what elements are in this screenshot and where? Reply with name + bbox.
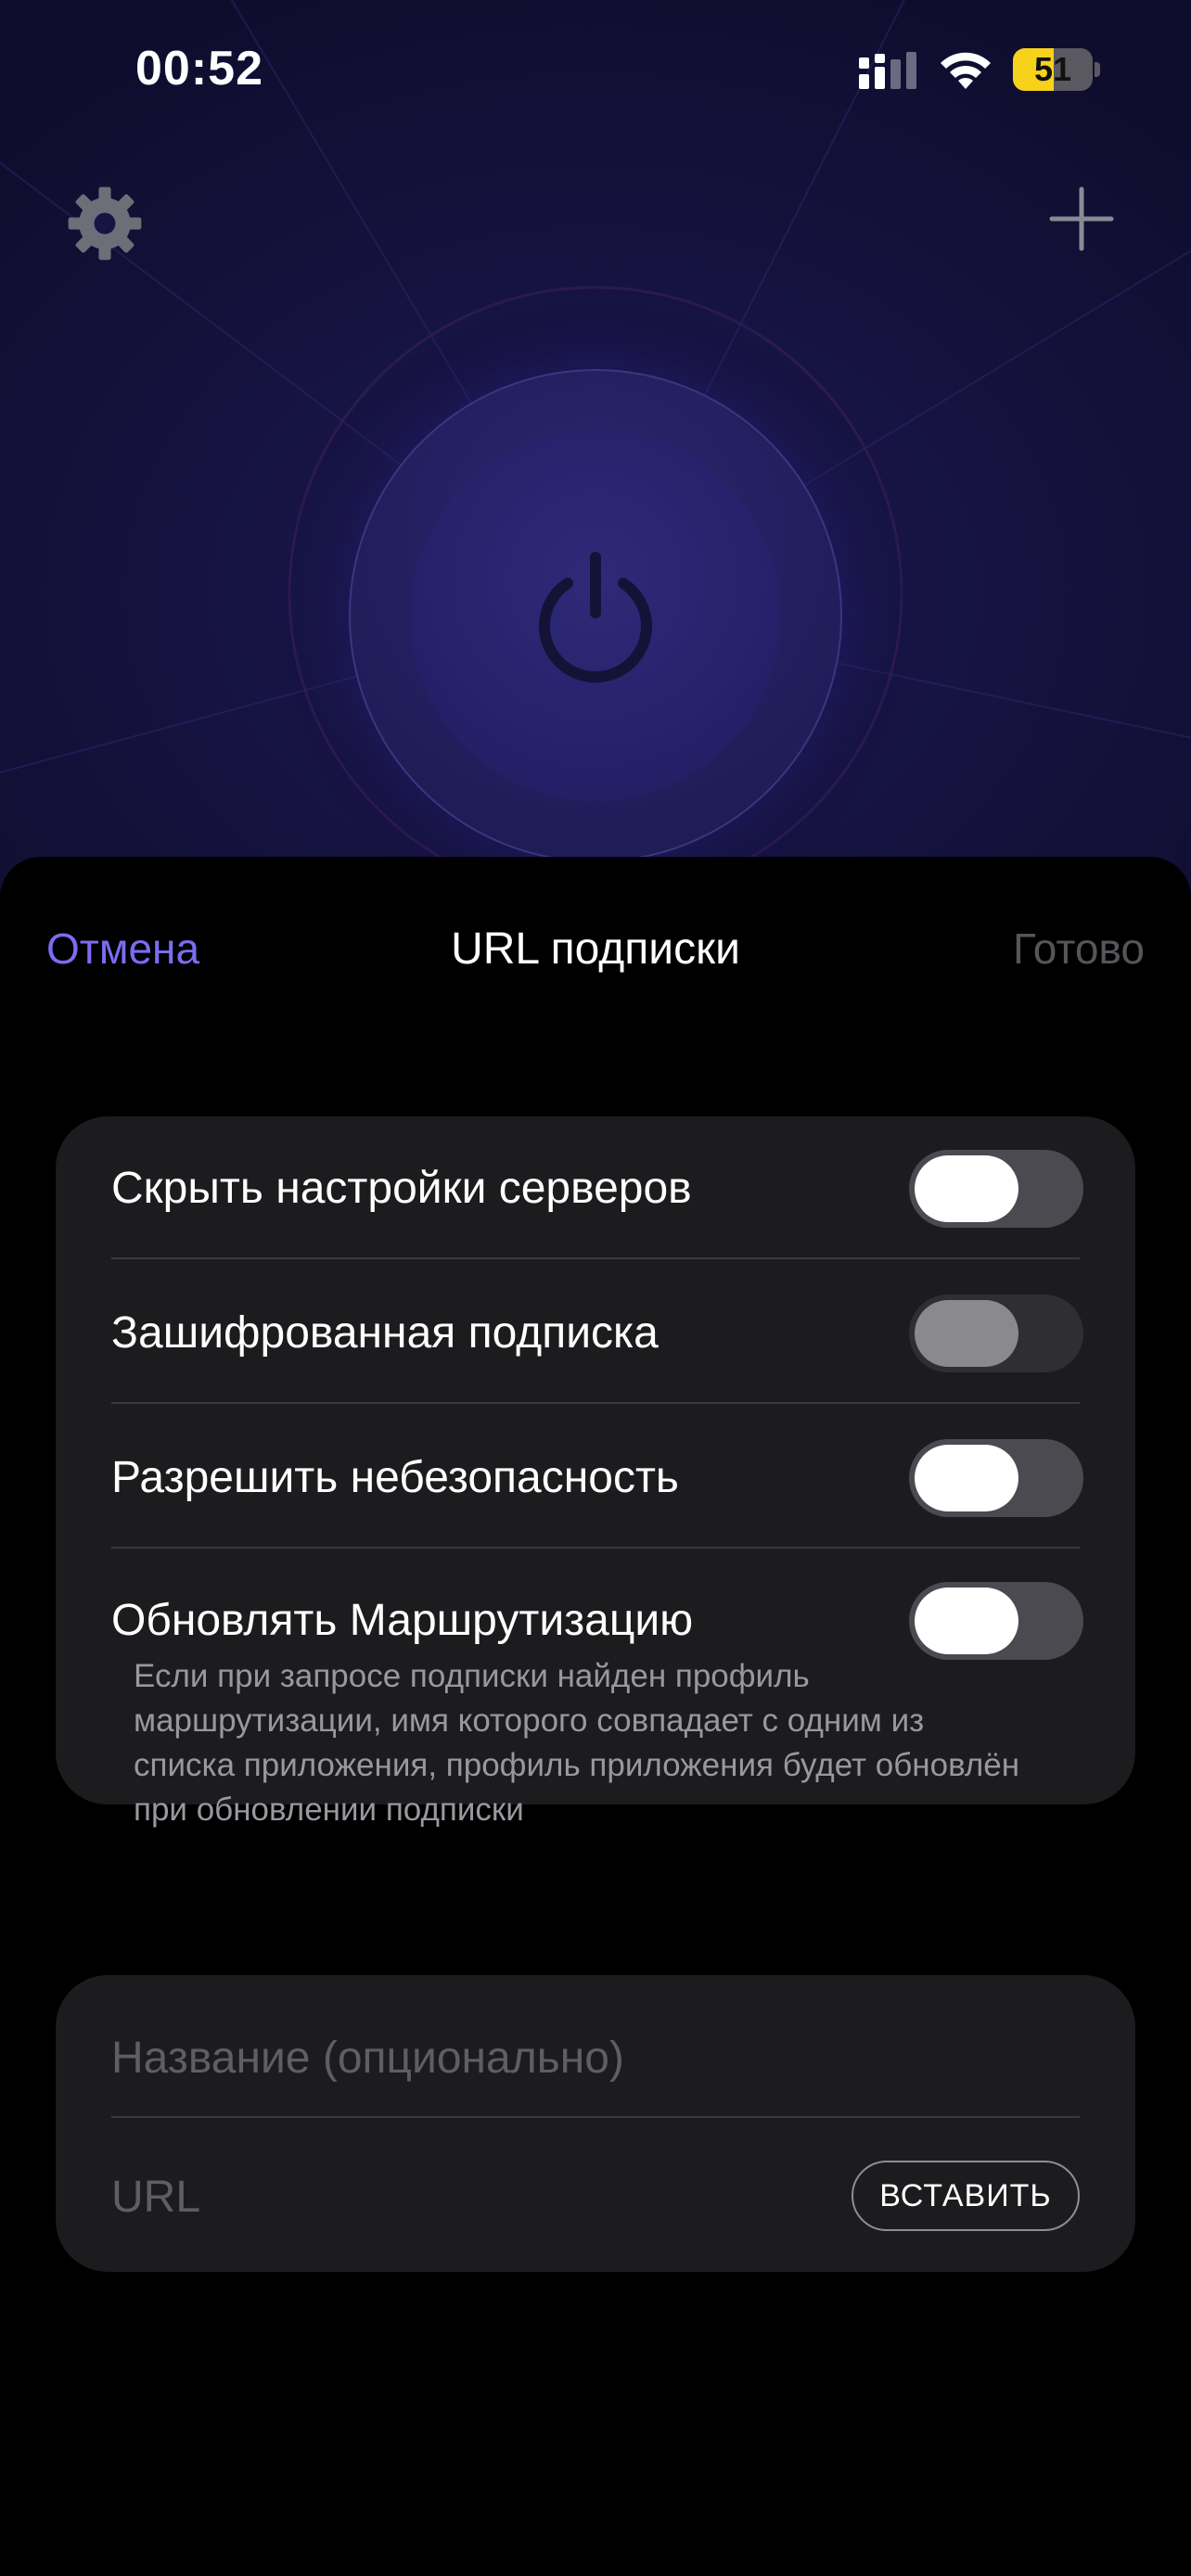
power-icon bbox=[539, 552, 652, 683]
battery-indicator: 51 bbox=[1013, 48, 1100, 91]
setting-label-encrypted: Зашифрованная подписка bbox=[111, 1308, 659, 1358]
divider bbox=[111, 1257, 1080, 1259]
toggle-knob bbox=[915, 1588, 1018, 1654]
cellular-signal-icon bbox=[859, 52, 916, 89]
url-input[interactable] bbox=[111, 2155, 816, 2238]
toggle-update-routing[interactable] bbox=[909, 1582, 1083, 1660]
paste-button[interactable]: ВСТАВИТЬ bbox=[852, 2161, 1080, 2231]
subscription-inputs-card: ВСТАВИТЬ bbox=[56, 1975, 1135, 2272]
power-button-inner bbox=[410, 430, 781, 801]
toggle-knob bbox=[915, 1445, 1018, 1511]
battery-body: 51 bbox=[1013, 48, 1093, 91]
toggle-knob bbox=[915, 1155, 1018, 1222]
toggle-hide-servers[interactable] bbox=[909, 1150, 1083, 1228]
divider bbox=[111, 1402, 1080, 1404]
sheet-header: Отмена URL подписки Готово bbox=[0, 857, 1191, 1052]
routing-description: Если при запросе подписки найден профиль… bbox=[134, 1658, 1020, 1828]
battery-nub bbox=[1095, 62, 1100, 77]
name-input[interactable] bbox=[111, 2016, 946, 2099]
gear-icon[interactable] bbox=[67, 185, 143, 261]
setting-label-hide-servers: Скрыть настройки серверов bbox=[111, 1164, 692, 1213]
subscription-url-sheet: Отмена URL подписки Готово Скрыть настро… bbox=[0, 857, 1191, 2576]
status-bar: 00:52 51 bbox=[0, 0, 1191, 139]
vpn-app-background: 00:52 51 bbox=[0, 0, 1191, 909]
divider bbox=[111, 2116, 1080, 2118]
status-time: 00:52 bbox=[135, 42, 263, 96]
power-button[interactable] bbox=[349, 369, 842, 862]
divider bbox=[111, 1547, 1080, 1549]
plus-icon[interactable] bbox=[1048, 185, 1115, 252]
wifi-icon bbox=[941, 52, 991, 89]
setting-label-update-routing: Обновлять Маршрутизацию bbox=[111, 1596, 694, 1645]
done-button[interactable]: Готово bbox=[1013, 924, 1145, 974]
setting-label-allow-insecure: Разрешить небезопасность bbox=[111, 1453, 679, 1502]
toggle-knob bbox=[915, 1300, 1018, 1367]
toggle-allow-insecure[interactable] bbox=[909, 1439, 1083, 1517]
cancel-button[interactable]: Отмена bbox=[46, 924, 199, 974]
toggle-encrypted[interactable] bbox=[909, 1294, 1083, 1372]
settings-card: Скрыть настройки серверов Зашифрованная … bbox=[56, 1116, 1135, 1828]
battery-level: 51 bbox=[1033, 50, 1072, 88]
screen: 00:52 51 Отмена URL подписки Готово Скры… bbox=[0, 0, 1191, 2576]
